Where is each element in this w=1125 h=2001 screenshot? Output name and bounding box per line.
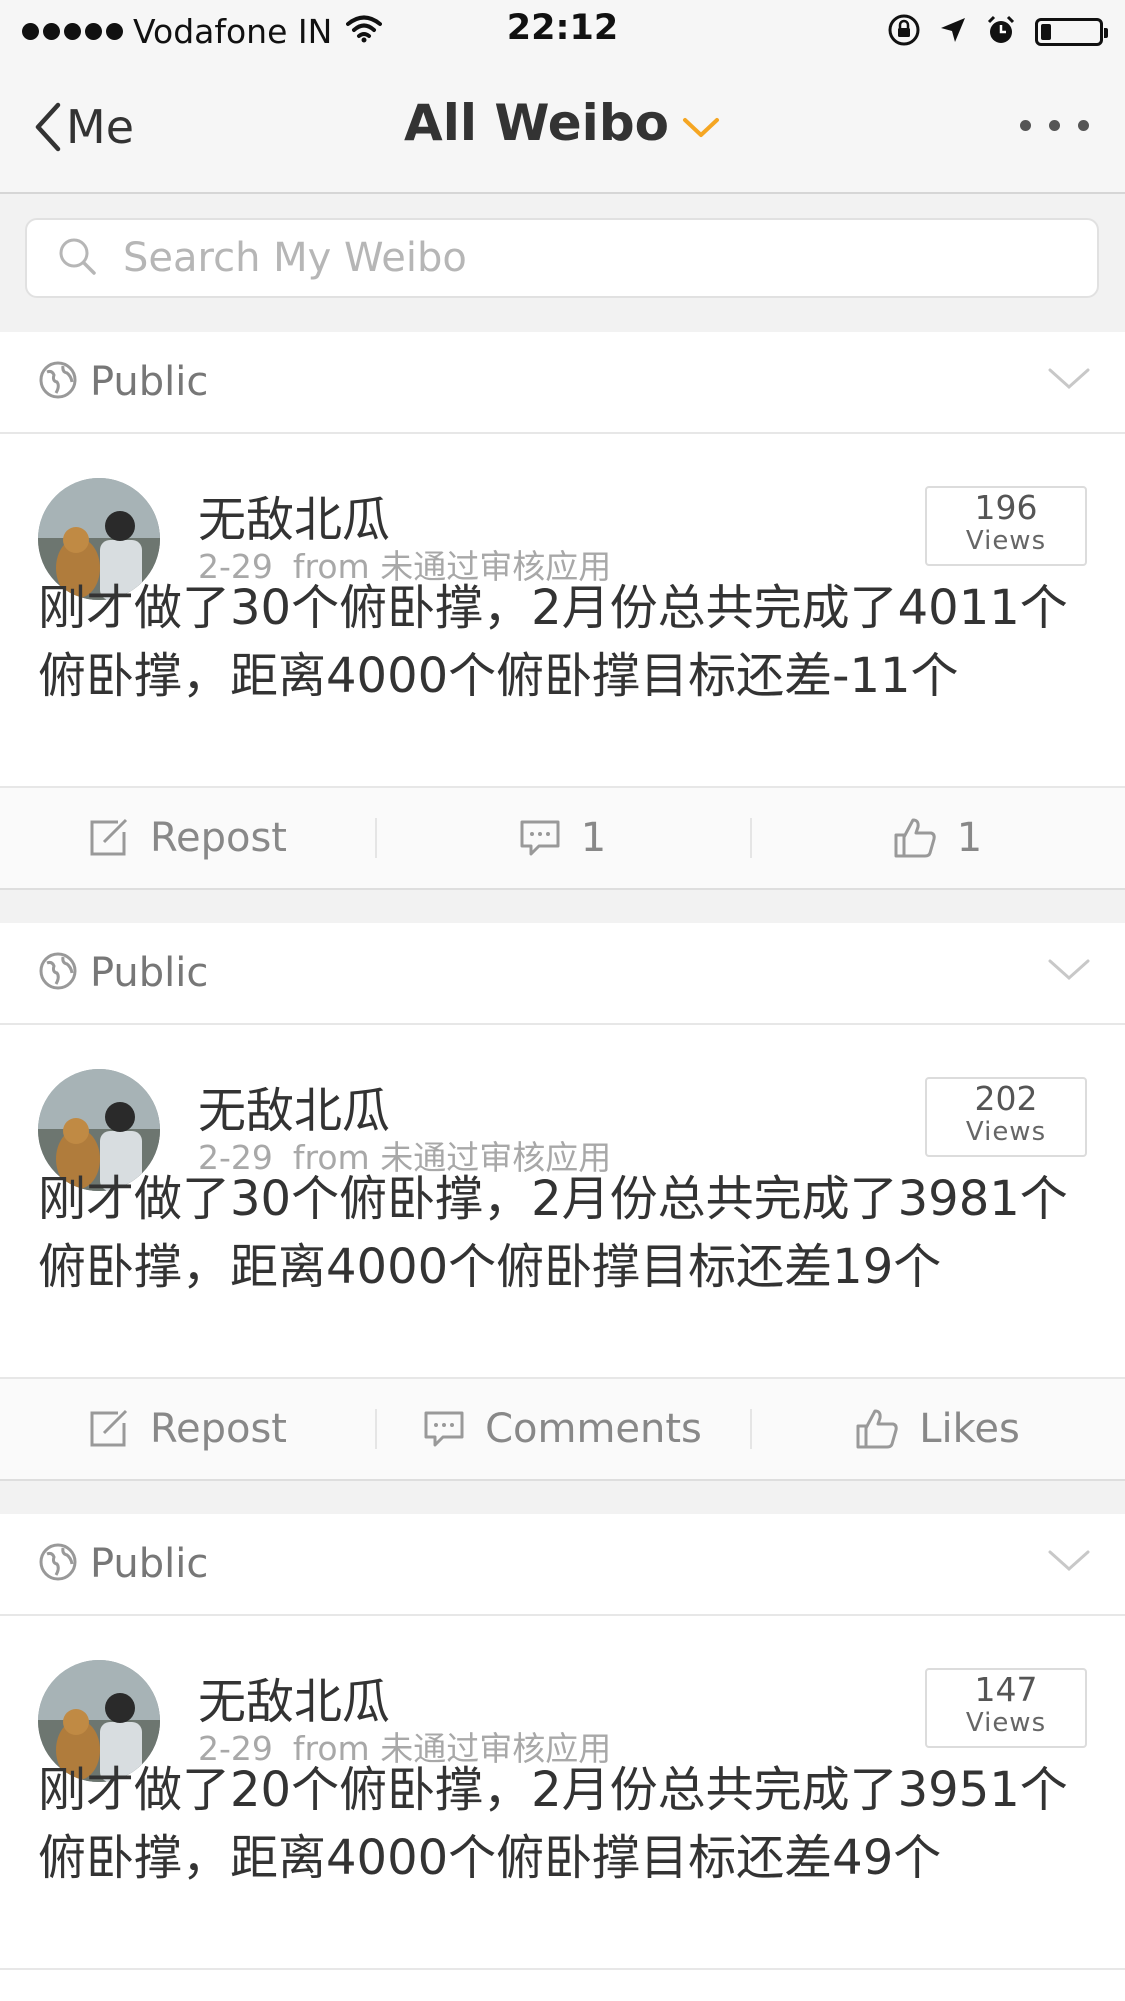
post-text: 刚才做了30个俯卧撑，2月份总共完成了3981个俯卧撑，距离4000个俯卧撑目标…	[38, 1171, 1068, 1295]
search-bar[interactable]	[25, 218, 1099, 298]
post-actions: Repost 1 1	[0, 786, 1125, 888]
weibo-post: Public 无敌北瓜 2-29 from 未通过审核应用 202 Views 刚…	[0, 923, 1125, 1481]
feed-filter-title[interactable]: All Weibo	[0, 94, 1125, 152]
chevron-down-icon[interactable]	[1047, 366, 1091, 396]
comment-count: 1	[580, 815, 607, 861]
chevron-down-icon[interactable]	[1047, 957, 1091, 987]
weibo-post: Public 无敌北瓜 2-29 from 未通过审核应用 147 Views 刚…	[0, 1514, 1125, 2001]
search-area	[0, 194, 1125, 332]
thumbs-up-icon	[893, 817, 937, 859]
globe-icon	[38, 951, 78, 995]
views-badge: 202 Views	[925, 1077, 1087, 1157]
weibo-post: Public 无敌北瓜 2-29 from 未通过审核应用 196 Views 刚…	[0, 332, 1125, 890]
thumbs-up-icon	[855, 1408, 899, 1450]
like-button[interactable]: 1	[750, 788, 1125, 888]
battery-icon	[1035, 18, 1108, 46]
post-text: 刚才做了20个俯卧撑，2月份总共完成了3951个俯卧撑，距离4000个俯卧撑目标…	[38, 1762, 1068, 1886]
visibility-label: Public	[90, 1541, 209, 1587]
like-count: 1	[956, 815, 983, 861]
views-badge: 196 Views	[925, 486, 1087, 566]
rotation-lock-icon	[887, 13, 921, 51]
globe-icon	[38, 360, 78, 404]
search-input[interactable]	[121, 234, 1025, 282]
repost-icon	[88, 818, 130, 858]
battery-level	[1041, 24, 1051, 40]
repost-label: Repost	[150, 1406, 287, 1452]
repost-icon	[88, 1409, 130, 1449]
views-count: 147	[974, 1670, 1038, 1709]
post-actions: Repost Comments Likes	[0, 1377, 1125, 1479]
visibility-label: Public	[90, 359, 209, 405]
post-body[interactable]: 无敌北瓜 2-29 from 未通过审核应用 147 Views 刚才做了20个俯…	[0, 1616, 1125, 1970]
views-count: 202	[974, 1079, 1038, 1118]
more-options-button[interactable]	[1020, 120, 1089, 131]
status-bar: Vodafone IN 22:12	[0, 0, 1125, 62]
like-button[interactable]: Likes	[750, 1379, 1125, 1479]
views-label: Views	[965, 1117, 1047, 1147]
visibility-label: Public	[90, 950, 209, 996]
comment-label: Comments	[485, 1406, 702, 1452]
comment-button[interactable]: Comments	[375, 1379, 750, 1479]
comment-icon	[423, 1409, 465, 1449]
search-icon	[57, 236, 97, 280]
repost-label: Repost	[150, 815, 287, 861]
globe-icon	[38, 1542, 78, 1586]
comment-icon	[519, 818, 561, 858]
post-body[interactable]: 无敌北瓜 2-29 from 未通过审核应用 196 Views 刚才做了30个俯…	[0, 434, 1125, 786]
navigation-bar: Me All Weibo	[0, 62, 1125, 194]
views-label: Views	[965, 526, 1047, 556]
location-arrow-icon	[939, 16, 967, 48]
views-label: Views	[965, 1708, 1047, 1738]
repost-button[interactable]: Repost	[0, 1379, 375, 1479]
visibility-row[interactable]: Public	[0, 332, 1125, 434]
visibility-row[interactable]: Public	[0, 923, 1125, 1025]
post-text: 刚才做了30个俯卧撑，2月份总共完成了4011个俯卧撑，距离4000个俯卧撑目标…	[38, 580, 1068, 704]
views-badge: 147 Views	[925, 1668, 1087, 1748]
page-title: All Weibo	[404, 94, 669, 152]
repost-button[interactable]: Repost	[0, 788, 375, 888]
views-count: 196	[974, 488, 1038, 527]
comment-button[interactable]: 1	[375, 788, 750, 888]
chevron-down-icon[interactable]	[1047, 1548, 1091, 1578]
like-label: Likes	[919, 1406, 1020, 1452]
post-body[interactable]: 无敌北瓜 2-29 from 未通过审核应用 202 Views 刚才做了30个俯…	[0, 1025, 1125, 1377]
visibility-row[interactable]: Public	[0, 1514, 1125, 1616]
chevron-down-icon	[681, 94, 721, 152]
alarm-icon	[985, 14, 1017, 50]
